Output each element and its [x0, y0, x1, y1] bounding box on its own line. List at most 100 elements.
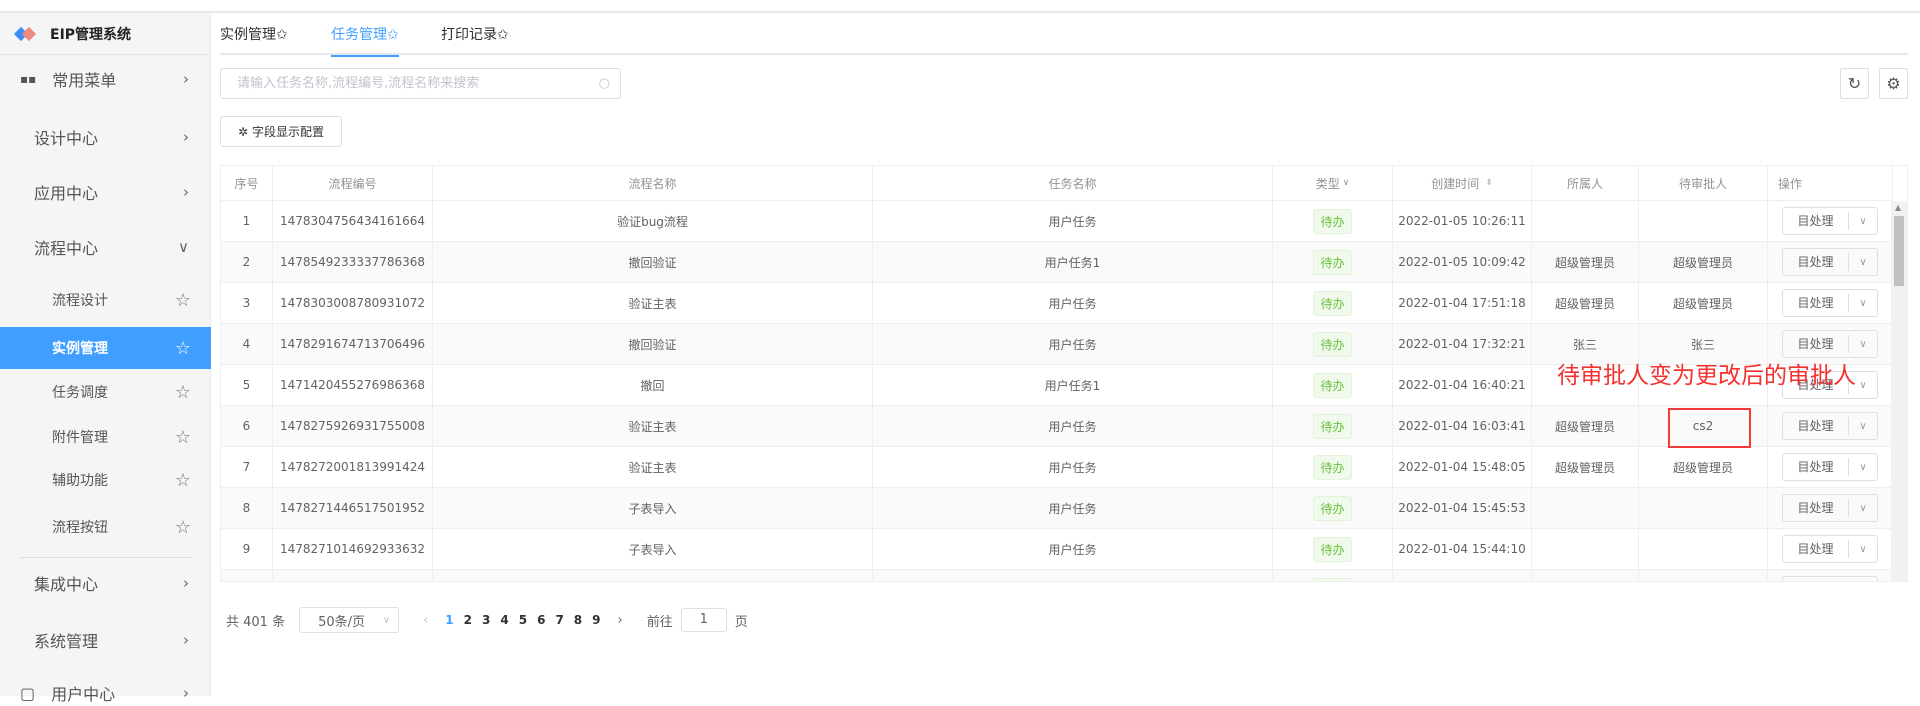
- tab-bar: 实例管理✩ 任务管理✩ 打印记录✩: [220, 18, 1908, 57]
- search-icon[interactable]: ○: [599, 69, 610, 98]
- chevron-down-icon[interactable]: ∨: [1849, 298, 1877, 309]
- sidebar-item-3[interactable]: 附件管理 ☆: [0, 416, 211, 458]
- process-label: 目处理: [1783, 294, 1849, 312]
- table-cell: 用户任务: [873, 324, 1273, 364]
- chevron-down-icon[interactable]: ∨: [1849, 462, 1877, 473]
- process-label: 目处理: [1783, 540, 1849, 558]
- field-config-button[interactable]: ✲ 字段显示配置: [220, 116, 342, 147]
- sidebar-group-3[interactable]: 流程中心 ∨: [0, 234, 211, 260]
- table-cell: [1639, 570, 1768, 581]
- scrollbar-thumb[interactable]: [1894, 216, 1904, 286]
- process-button[interactable]: 目处理∨: [1782, 207, 1878, 235]
- page-number[interactable]: 1: [445, 613, 453, 627]
- action-cell: 目处理∨: [1768, 242, 1893, 282]
- refresh-button[interactable]: ↻: [1840, 68, 1869, 99]
- chevron-down-icon[interactable]: ∨: [1849, 421, 1877, 432]
- table-cell: 1478549233337786368: [273, 242, 433, 282]
- action-cell: 目处理∨: [1768, 447, 1893, 487]
- sidebar-group-5[interactable]: 系统管理 ›: [0, 627, 211, 653]
- cell-text: 用户任务1: [1044, 255, 1101, 270]
- column-header-label: 类型: [1315, 176, 1340, 191]
- sidebar-item-label: 附件管理: [52, 430, 108, 446]
- action-cell: 目处理∨: [1768, 488, 1893, 528]
- page-number[interactable]: 3: [482, 613, 490, 627]
- chevron-right-icon: ›: [183, 128, 189, 146]
- star-icon[interactable]: ☆: [175, 427, 191, 448]
- page-number[interactable]: 7: [555, 613, 563, 627]
- cell-text: 超级管理员: [1554, 419, 1615, 434]
- tab-instance-management[interactable]: 实例管理✩: [220, 24, 288, 55]
- chevron-down-icon[interactable]: ∨: [1849, 339, 1877, 350]
- process-label: 目处理: [1783, 499, 1849, 517]
- star-icon[interactable]: ☆: [175, 382, 191, 403]
- sidebar-item-1[interactable]: 实例管理 ☆: [0, 327, 211, 369]
- cell-text: 验证主表: [628, 419, 677, 434]
- sort-icon[interactable]: ⬍: [1485, 178, 1493, 188]
- chevron-down-icon: ∨: [178, 238, 189, 256]
- sidebar-item-5[interactable]: 流程按钮 ☆: [0, 506, 211, 548]
- cell-text: 8: [242, 501, 251, 515]
- next-page-icon[interactable]: ›: [618, 613, 623, 628]
- search-input[interactable]: 请输入任务名称,流程编号,流程名称来搜索 ○: [220, 68, 621, 99]
- user-icon: ▢: [20, 683, 36, 703]
- sidebar-item-2[interactable]: 任务调度 ☆: [0, 371, 211, 413]
- page-size-select[interactable]: 50条/页 ∨: [299, 607, 400, 633]
- app-logo: EIP管理系统: [0, 13, 210, 55]
- process-label: 目处理: [1783, 581, 1849, 582]
- chevron-down-icon[interactable]: ∨: [1849, 257, 1877, 268]
- process-button[interactable]: 目处理∨: [1782, 576, 1878, 582]
- star-icon[interactable]: ☆: [175, 517, 191, 538]
- process-button[interactable]: 目处理∨: [1782, 453, 1878, 481]
- pagination: 共 401 条 50条/页 ∨ ‹ 123456789 › 前往 1 页: [226, 606, 748, 634]
- table-cell: 1478271014692933632: [273, 529, 433, 569]
- star-icon[interactable]: ☆: [175, 470, 191, 491]
- table-cell: 1478255243879206912: [273, 570, 433, 581]
- sidebar-group-2[interactable]: 应用中心 ›: [0, 179, 211, 205]
- cell-text: 超级管理员: [1554, 296, 1615, 311]
- page-number[interactable]: 9: [592, 613, 600, 627]
- filter-chevron-icon[interactable]: ∨: [1343, 178, 1350, 188]
- cell-text: 验证主表: [628, 460, 677, 475]
- cell-text: 撤回验证: [628, 255, 677, 270]
- page-number[interactable]: 2: [464, 613, 472, 627]
- sidebar-group-1[interactable]: 设计中心 ›: [0, 124, 211, 150]
- page-number[interactable]: 5: [519, 613, 527, 627]
- scroll-up-icon[interactable]: ▲: [1895, 203, 1901, 212]
- settings-button[interactable]: ⚙: [1879, 68, 1908, 99]
- table-row: 101478255243879206912 请假表手册 审批人 待办 2022-01-0…: [221, 570, 1893, 582]
- process-button[interactable]: 目处理∨: [1782, 535, 1878, 563]
- page-number[interactable]: 4: [500, 613, 508, 627]
- star-icon[interactable]: ☆: [175, 338, 191, 359]
- chevron-down-icon[interactable]: ∨: [1849, 216, 1877, 227]
- sidebar-group-4[interactable]: 集成中心 ›: [0, 570, 211, 596]
- cell-text: 超级管理员: [1672, 296, 1733, 311]
- sidebar-group-6[interactable]: ▢ 用户中心 ›: [0, 680, 211, 706]
- tab-task-management[interactable]: 任务管理✩: [331, 24, 399, 57]
- sidebar-item-4[interactable]: 辅助功能 ☆: [0, 459, 211, 501]
- chevron-down-icon[interactable]: ∨: [1849, 544, 1877, 555]
- cell-text: 1471420455276986368: [279, 378, 426, 392]
- annotation-highlight-box: [1668, 408, 1751, 448]
- page-number[interactable]: 8: [574, 613, 582, 627]
- goto-page-input[interactable]: 1: [680, 608, 727, 632]
- process-button[interactable]: 目处理∨: [1782, 289, 1878, 317]
- process-button[interactable]: 目处理∨: [1782, 330, 1878, 358]
- star-icon[interactable]: ☆: [175, 290, 191, 311]
- process-button[interactable]: 目处理∨: [1782, 248, 1878, 276]
- process-button[interactable]: 目处理∨: [1782, 412, 1878, 440]
- page-number[interactable]: 6: [537, 613, 545, 627]
- column-header-label: 创建时间: [1431, 176, 1480, 191]
- sidebar-group-0[interactable]: ▪▪ 常用菜单 ›: [0, 66, 211, 92]
- process-button[interactable]: 目处理∨: [1782, 494, 1878, 522]
- prev-page-icon[interactable]: ‹: [423, 613, 428, 628]
- chevron-down-icon[interactable]: ∨: [1849, 503, 1877, 514]
- sidebar-item-0[interactable]: 流程设计 ☆: [0, 279, 211, 321]
- tab-print-records[interactable]: 打印记录✩: [441, 24, 509, 55]
- table-scrollbar[interactable]: ▲: [1891, 201, 1907, 581]
- cell-text: 6: [242, 419, 251, 433]
- column-header[interactable]: 类型 ∨: [1273, 166, 1393, 200]
- table-cell: 1471420455276986368: [273, 365, 433, 405]
- column-header[interactable]: 创建时间 ⬍: [1393, 166, 1532, 200]
- cell-text: 超级管理员: [1554, 255, 1615, 270]
- table-row: 6 1478275926931755008 验证主表 用户任务 待办 2022-01-04…: [221, 406, 1893, 447]
